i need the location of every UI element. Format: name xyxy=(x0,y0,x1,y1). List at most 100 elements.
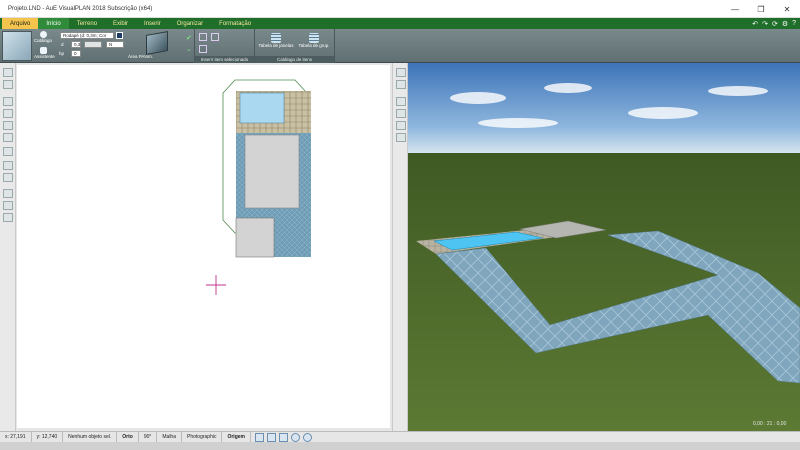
status-x: x: 27,191 xyxy=(0,432,32,442)
field-hp-label: hp xyxy=(59,51,65,56)
title-bar: Projeto.LND - AuE VisualPLAN 2018 Subscr… xyxy=(0,0,800,18)
view3d-toolbar xyxy=(392,63,408,431)
status-y: y: 12,740 xyxy=(32,432,64,442)
zoom-window-icon[interactable] xyxy=(3,121,13,130)
trash-icon[interactable] xyxy=(199,45,207,53)
area-paving-icon[interactable] xyxy=(146,31,168,55)
area-label: Área PAVim. xyxy=(128,54,154,59)
ribbon-group-tables: Tabela de janelas Tabela de grup. Catálo… xyxy=(255,29,335,63)
help-icon[interactable]: ? xyxy=(792,20,796,27)
layer-icon[interactable] xyxy=(3,189,13,198)
menu-bar: Arquivo Início Terreno Exibir Inserir Or… xyxy=(0,18,800,29)
tab-formatacao[interactable]: Formatação xyxy=(211,18,259,29)
wizard-button[interactable]: Assistente xyxy=(34,47,55,59)
measure-icon[interactable] xyxy=(3,201,13,210)
status-angle[interactable]: 90° xyxy=(139,432,158,442)
snap-icon[interactable] xyxy=(3,161,13,170)
plan-paper[interactable] xyxy=(17,65,390,428)
orbit-icon[interactable] xyxy=(396,121,406,130)
slab-plan[interactable] xyxy=(235,217,275,258)
snap-line-icon[interactable] xyxy=(278,432,288,442)
field-unit-combo[interactable] xyxy=(84,41,102,48)
tab-exibir[interactable]: Exibir xyxy=(105,18,136,29)
insert-icon[interactable] xyxy=(199,33,207,41)
grid-icon[interactable] xyxy=(3,173,13,182)
ribbon: Catálogo Assistente Rodapé (d: 0,3m; Cor… xyxy=(0,29,800,63)
redo-icon[interactable]: ↷ xyxy=(762,20,768,28)
origin-crosshair xyxy=(206,275,226,295)
copy-icon[interactable] xyxy=(211,33,219,41)
view-3d[interactable]: 0,00 : 21 : 0,00 xyxy=(408,63,800,431)
scene-3d: 0,00 : 21 : 0,00 xyxy=(408,63,800,431)
sky xyxy=(408,63,800,155)
pool-plan[interactable] xyxy=(239,92,285,124)
status-orto[interactable]: Orto xyxy=(117,432,139,442)
bottom-strip xyxy=(0,442,800,450)
pointer-menu-icon[interactable] xyxy=(3,80,13,89)
pan-icon[interactable] xyxy=(3,147,13,156)
zoom-in-icon[interactable] xyxy=(396,97,406,106)
wizard-label: Assistente xyxy=(34,54,55,59)
select-tool-icon[interactable] xyxy=(396,68,406,77)
insert-group-label: Inserir item selecionado xyxy=(195,56,254,63)
coord-readout: 0,00 : 21 : 0,00 xyxy=(753,421,787,427)
window-title: Projeto.LND - AuE VisualPLAN 2018 Subscr… xyxy=(8,5,153,12)
window-controls: — ❐ ✕ xyxy=(722,0,800,18)
status-grid[interactable]: Malha xyxy=(157,432,182,442)
snap-center-icon[interactable] xyxy=(302,432,312,442)
catalog-button[interactable]: Catálogo xyxy=(34,31,52,43)
catalog-group-label: Catálogo de itens xyxy=(255,56,334,63)
tab-inicio[interactable]: Início xyxy=(38,18,69,29)
lawn-plan[interactable] xyxy=(244,134,300,209)
zoom-out-icon[interactable] xyxy=(396,109,406,118)
minimize-button[interactable]: — xyxy=(722,0,748,18)
catalog-label: Catálogo xyxy=(34,38,53,43)
status-bar: x: 27,191 y: 12,740 Nenhum objeto sel. O… xyxy=(0,431,800,442)
table-grip-button[interactable]: Tabela de grup. xyxy=(295,33,333,48)
ribbon-group-catalog: Catálogo Assistente Rodapé (d: 0,3m; Cor… xyxy=(0,29,195,63)
zoom-extents-icon[interactable] xyxy=(3,133,13,142)
snap-icons xyxy=(254,432,312,442)
tab-terreno[interactable]: Terreno xyxy=(69,18,105,29)
status-selection: Nenhum objeto sel. xyxy=(63,432,118,442)
tab-arquivo[interactable]: Arquivo xyxy=(2,18,39,29)
table-windows-button[interactable]: Tabela de janelas xyxy=(257,33,295,48)
maximize-button[interactable]: ❐ xyxy=(748,0,774,18)
catalog-thumbnail[interactable] xyxy=(2,31,32,61)
zoom-in-icon[interactable] xyxy=(3,97,13,106)
undo-icon[interactable]: ↶ xyxy=(752,20,758,28)
save-icon[interactable] xyxy=(116,32,123,39)
wizard-icon xyxy=(39,47,47,54)
tab-organizar[interactable]: Organizar xyxy=(169,18,211,29)
settings-icon[interactable]: ⚙ xyxy=(782,20,788,28)
ribbon-group-insert: Inserir item selecionado xyxy=(195,29,255,63)
table-icon xyxy=(309,33,319,43)
plan-drawing xyxy=(206,79,311,295)
table-grip-label: Tabela de grup. xyxy=(298,43,330,48)
status-render[interactable]: Photographic xyxy=(182,432,223,442)
status-origin[interactable]: Origem xyxy=(222,432,251,442)
table-windows-label: Tabela de janelas xyxy=(258,43,294,48)
chevron-down-icon[interactable]: ⌄ xyxy=(186,45,192,53)
table-icon xyxy=(271,33,281,43)
field-d-input[interactable]: 0,3 xyxy=(71,41,81,48)
direction-combo[interactable]: N xyxy=(106,41,124,48)
plan-view[interactable] xyxy=(16,63,392,431)
search-icon xyxy=(39,31,47,38)
tab-inserir[interactable]: Inserir xyxy=(136,18,169,29)
plan-toolbar xyxy=(0,63,16,431)
snap-circle-icon[interactable] xyxy=(290,432,300,442)
snap-midpoint-icon[interactable] xyxy=(266,432,276,442)
close-button[interactable]: ✕ xyxy=(774,0,800,18)
print-icon[interactable] xyxy=(3,213,13,222)
zoom-out-icon[interactable] xyxy=(3,109,13,118)
refresh-icon[interactable]: ⟳ xyxy=(772,20,778,28)
camera-icon[interactable] xyxy=(396,133,406,142)
field-d-label: d xyxy=(61,42,64,47)
select-tool-icon[interactable] xyxy=(3,68,13,77)
field-hp-input[interactable]: 0 xyxy=(71,50,81,57)
walk-icon[interactable] xyxy=(396,80,406,89)
style-combo[interactable]: Rodapé (d: 0,3m; Cor xyxy=(60,32,114,39)
checkmark-icon[interactable]: ✔ xyxy=(186,34,192,42)
snap-endpoint-icon[interactable] xyxy=(254,432,264,442)
